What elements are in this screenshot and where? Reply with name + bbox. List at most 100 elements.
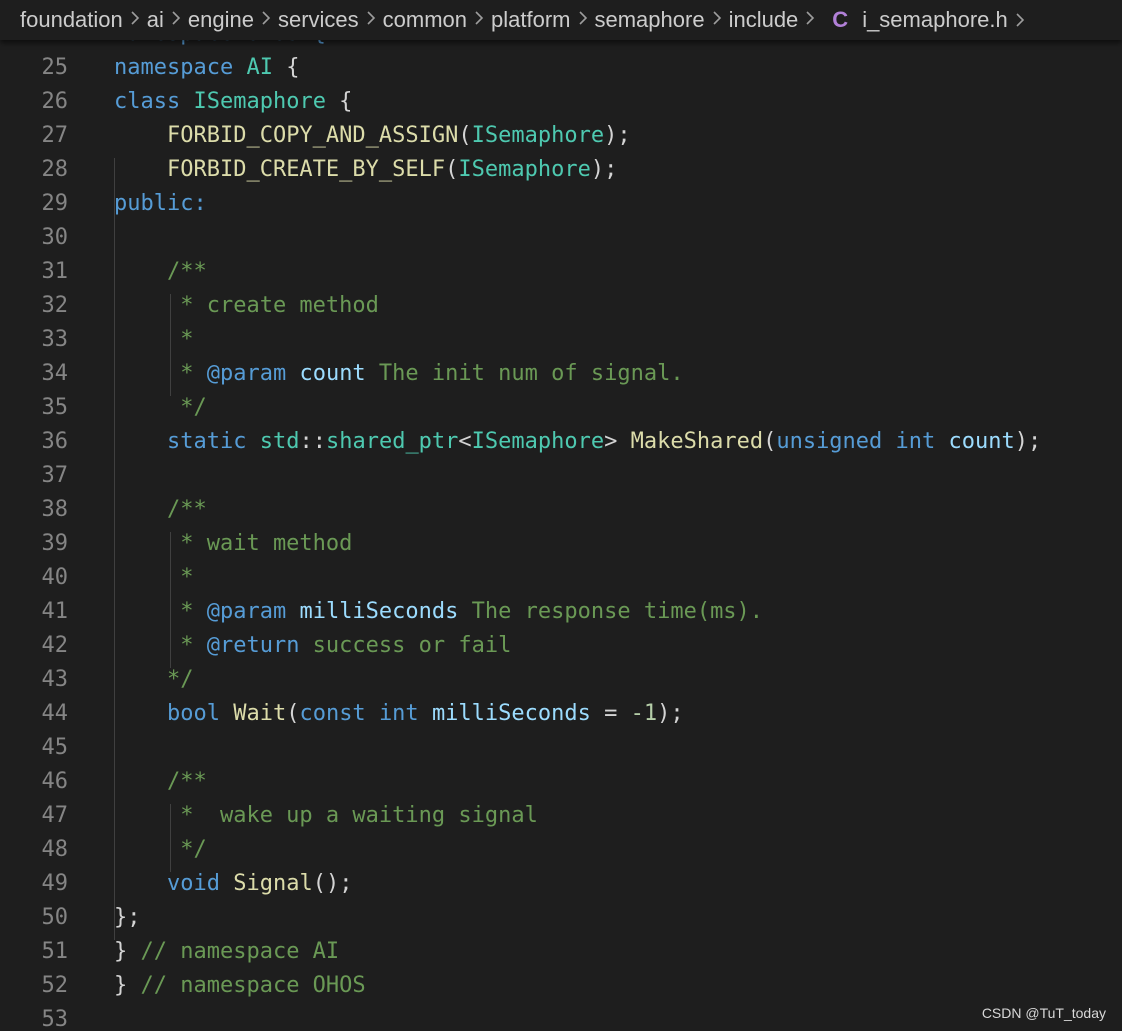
chevron-right-icon [577, 9, 589, 27]
line-number: 41 [41, 599, 69, 624]
breadcrumb-segment[interactable]: ai [147, 7, 164, 32]
code-token: ISemaphore [471, 123, 605, 148]
code-line[interactable]: 41 * @param milliSeconds The response ti… [0, 595, 1122, 629]
breadcrumb-segment[interactable]: platform [491, 7, 570, 32]
code-line[interactable]: 33 * [0, 323, 1122, 357]
code-line[interactable]: 36 static std::shared_ptr<ISemaphore> Ma… [0, 425, 1122, 459]
code-token: success or fail [299, 633, 512, 658]
code-token: ); [1014, 429, 1042, 454]
breadcrumb-path: foundation ai engine services common platform… [20, 7, 822, 33]
code-token: /** [114, 497, 207, 522]
chevron-right-icon [711, 9, 723, 27]
code-line[interactable]: 40 * [0, 561, 1122, 595]
code-line[interactable]: 26 class ISemaphore { [0, 85, 1122, 119]
code-token: int [378, 701, 419, 726]
breadcrumb: foundation ai engine services common platform… [0, 0, 1122, 40]
code-text: */ [114, 833, 207, 867]
breadcrumb-segment[interactable]: include [729, 7, 799, 32]
code-line[interactable]: 43 */ [0, 663, 1122, 697]
code-token: * wake up a waiting signal [114, 803, 538, 828]
code-line[interactable]: 53 [0, 1003, 1122, 1031]
code-token: static [166, 429, 247, 454]
code-token: */ [114, 667, 194, 692]
code-token: * [114, 361, 207, 386]
code-text: */ [114, 663, 194, 697]
code-text: FORBID_CREATE_BY_SELF(ISemaphore); [114, 153, 617, 187]
code-line[interactable]: 34 * @param count The init num of signal… [0, 357, 1122, 391]
code-editor[interactable]: 24namespace OHOS {25namespace AI {26clas… [0, 32, 1122, 1031]
code-text: * @param count The init num of signal. [114, 357, 683, 391]
code-line[interactable]: 32 * create method [0, 289, 1122, 323]
code-token: } [114, 939, 141, 964]
code-line[interactable]: 50}; [0, 901, 1122, 935]
breadcrumb-segment[interactable]: services [278, 7, 359, 32]
chevron-right-icon [804, 9, 816, 27]
c-file-icon: C [832, 7, 849, 32]
code-token: */ [114, 837, 207, 862]
code-line[interactable]: 27 FORBID_COPY_AND_ASSIGN(ISemaphore); [0, 119, 1122, 153]
code-token: { [325, 89, 353, 114]
code-line[interactable]: 39 * wait method [0, 527, 1122, 561]
code-line[interactable]: 46 /** [0, 765, 1122, 799]
line-number: 33 [41, 327, 69, 352]
code-token: // namespace OHOS [140, 973, 366, 998]
line-number: 45 [41, 735, 69, 760]
code-token: FORBID_CREATE_BY_SELF [166, 157, 446, 182]
code-text: /** [114, 493, 207, 527]
code-line[interactable]: 28 FORBID_CREATE_BY_SELF(ISemaphore); [0, 153, 1122, 187]
code-line[interactable]: 49 void Signal(); [0, 867, 1122, 901]
code-token: ISemaphore [458, 157, 591, 182]
code-line[interactable]: 47 * wake up a waiting signal [0, 799, 1122, 833]
line-number: 29 [41, 191, 69, 216]
code-token: ( [286, 701, 300, 726]
code-line[interactable]: 35 */ [0, 391, 1122, 425]
code-token: */ [114, 395, 207, 420]
code-token: count [948, 429, 1015, 454]
code-line[interactable]: 51} // namespace AI [0, 935, 1122, 969]
line-number: 51 [41, 939, 69, 964]
code-text: * create method [114, 289, 379, 323]
code-text: * wake up a waiting signal [114, 799, 538, 833]
code-text: static std::shared_ptr<ISemaphore> MakeS… [114, 425, 1041, 459]
watermark: CSDN @TuT_today [981, 1005, 1106, 1021]
chevron-right-icon [260, 9, 272, 27]
code-text: FORBID_COPY_AND_ASSIGN(ISemaphore); [114, 119, 631, 153]
code-token: ( [445, 157, 459, 182]
code-line[interactable]: 48 */ [0, 833, 1122, 867]
chevron-right-icon [473, 9, 485, 27]
code-token: shared_ptr [325, 429, 459, 454]
line-number: 47 [41, 803, 69, 828]
line-number: 50 [41, 905, 69, 930]
code-line[interactable]: 30 [0, 221, 1122, 255]
breadcrumb-segment[interactable]: engine [188, 7, 254, 32]
code-line[interactable]: 42 * @return success or fail [0, 629, 1122, 663]
code-token: Wait [233, 701, 287, 726]
breadcrumb-file[interactable]: i_semaphore.h [862, 7, 1008, 33]
line-number: 49 [41, 871, 69, 896]
code-token: class [114, 89, 181, 114]
code-token: The response time(ms). [458, 599, 764, 624]
code-line[interactable]: 25 namespace AI { [0, 51, 1122, 85]
code-line[interactable]: 29 public: [0, 187, 1122, 221]
code-line[interactable]: 52} // namespace OHOS [0, 969, 1122, 1003]
code-line[interactable]: 44 bool Wait(const int milliSeconds = -1… [0, 697, 1122, 731]
code-text: namespace AI { [114, 51, 299, 85]
code-token: @return [206, 633, 300, 658]
breadcrumb-segment[interactable]: foundation [20, 7, 123, 32]
code-token: void [166, 871, 220, 896]
code-line[interactable]: 37 [0, 459, 1122, 493]
code-line[interactable]: 31 /** [0, 255, 1122, 289]
chevron-right-icon [1014, 11, 1026, 29]
breadcrumb-segment[interactable]: semaphore [595, 7, 705, 32]
code-token: public: [114, 191, 207, 216]
code-line[interactable]: 45 [0, 731, 1122, 765]
code-token: } [114, 973, 141, 998]
code-line[interactable]: 38 /** [0, 493, 1122, 527]
breadcrumb-segment[interactable]: common [383, 7, 467, 32]
code-token: namespace [114, 55, 234, 80]
